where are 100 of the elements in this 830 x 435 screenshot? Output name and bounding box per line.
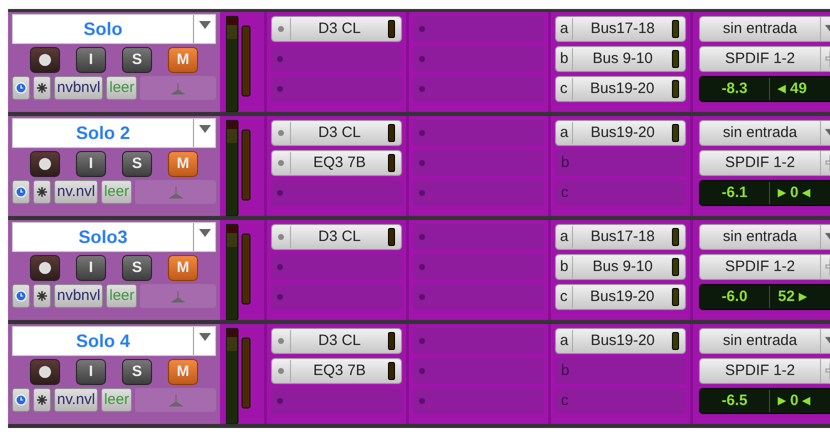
insert-slot[interactable] bbox=[413, 150, 544, 176]
volume-readout[interactable]: -6.1 bbox=[700, 182, 770, 204]
input-monitor-button[interactable]: I bbox=[76, 359, 106, 385]
dropdown-icon[interactable] bbox=[198, 125, 210, 133]
voice-selector[interactable]: nvbnvl bbox=[54, 76, 104, 100]
send-slot[interactable]: a Bus17-18 bbox=[555, 224, 686, 250]
circle-icon bbox=[38, 261, 52, 275]
group-button[interactable] bbox=[140, 284, 216, 308]
freeze-button[interactable] bbox=[33, 284, 51, 308]
insert-slot[interactable]: D3 CL bbox=[271, 224, 402, 250]
pin-icon bbox=[171, 289, 186, 303]
insert-slot[interactable] bbox=[271, 284, 402, 310]
timebase-button[interactable] bbox=[12, 180, 30, 204]
input-monitor-button[interactable]: I bbox=[76, 255, 106, 281]
freeze-button[interactable] bbox=[33, 76, 51, 100]
pin-icon bbox=[171, 81, 186, 95]
track-name-field[interactable]: Solo 2 bbox=[12, 118, 216, 148]
input-selector[interactable]: sin entrada bbox=[699, 120, 830, 146]
track-name-field[interactable]: Solo3 bbox=[12, 222, 216, 252]
insert-slot[interactable] bbox=[413, 120, 544, 146]
insert-slot[interactable] bbox=[271, 76, 402, 102]
voice-selector[interactable]: nv.nvl bbox=[54, 388, 98, 412]
pan-readout[interactable]: ◂ 49 bbox=[770, 78, 807, 100]
group-button[interactable] bbox=[140, 76, 216, 100]
timebase-button[interactable] bbox=[12, 284, 30, 308]
clock-icon bbox=[15, 290, 27, 302]
asterisk-icon bbox=[36, 394, 48, 406]
circle-icon bbox=[38, 365, 52, 379]
group-button[interactable] bbox=[135, 388, 216, 412]
insert-slot[interactable] bbox=[413, 328, 544, 354]
insert-slot[interactable]: D3 CL bbox=[271, 16, 402, 42]
insert-slot[interactable] bbox=[413, 180, 544, 206]
output-selector[interactable]: SPDIF 1-2 bbox=[699, 150, 830, 176]
input-selector[interactable]: sin entrada bbox=[699, 328, 830, 354]
volume-readout[interactable]: -6.5 bbox=[700, 390, 770, 412]
send-slot[interactable]: c Bus19-20 bbox=[555, 284, 686, 310]
send-slot[interactable]: a Bus19-20 bbox=[555, 120, 686, 146]
insert-slot[interactable]: D3 CL bbox=[271, 328, 402, 354]
record-button[interactable] bbox=[30, 47, 60, 73]
dropdown-icon[interactable] bbox=[198, 21, 210, 29]
circle-icon bbox=[38, 53, 52, 67]
insert-slot[interactable] bbox=[271, 180, 402, 206]
record-button[interactable] bbox=[30, 151, 60, 177]
send-slot[interactable]: b Bus 9-10 bbox=[555, 254, 686, 280]
freeze-button[interactable] bbox=[33, 388, 51, 412]
solo-button[interactable]: S bbox=[122, 47, 152, 73]
voice-selector[interactable]: nv.nvl bbox=[54, 180, 98, 204]
asterisk-icon bbox=[36, 290, 48, 302]
freeze-button[interactable] bbox=[33, 180, 51, 204]
output-selector[interactable]: SPDIF 1-2 bbox=[699, 46, 830, 72]
insert-slot[interactable] bbox=[413, 16, 544, 42]
insert-slot[interactable] bbox=[413, 224, 544, 250]
clock-icon bbox=[15, 186, 27, 198]
insert-slot[interactable] bbox=[413, 358, 544, 384]
asterisk-icon bbox=[36, 186, 48, 198]
group-button[interactable] bbox=[135, 180, 216, 204]
asterisk-icon bbox=[36, 82, 48, 94]
timebase-button[interactable] bbox=[12, 76, 30, 100]
track-name-field[interactable]: Solo 4 bbox=[12, 326, 216, 356]
solo-button[interactable]: S bbox=[122, 255, 152, 281]
insert-slot[interactable] bbox=[413, 46, 544, 72]
circle-icon bbox=[38, 157, 52, 171]
insert-slot[interactable]: EQ3 7B bbox=[271, 358, 402, 384]
insert-slot[interactable] bbox=[413, 388, 544, 414]
input-selector[interactable]: sin entrada bbox=[699, 16, 830, 42]
insert-slot[interactable] bbox=[271, 254, 402, 280]
insert-slot[interactable] bbox=[413, 76, 544, 102]
send-slot[interactable]: c Bus19-20 bbox=[555, 76, 686, 102]
dropdown-icon[interactable] bbox=[198, 229, 210, 237]
voice-selector[interactable]: nvbnvl bbox=[54, 284, 104, 308]
insert-slot[interactable]: D3 CL bbox=[271, 120, 402, 146]
record-button[interactable] bbox=[30, 359, 60, 385]
volume-readout[interactable]: -8.3 bbox=[700, 78, 770, 100]
input-monitor-button[interactable]: I bbox=[76, 151, 106, 177]
output-selector[interactable]: SPDIF 1-2 bbox=[699, 254, 830, 280]
pan-readout[interactable]: ▸ 0 ◂ bbox=[770, 390, 811, 412]
send-slot[interactable]: a Bus17-18 bbox=[555, 16, 686, 42]
pan-readout[interactable]: 52 ▸ bbox=[770, 286, 807, 308]
input-monitor-button[interactable]: I bbox=[76, 47, 106, 73]
insert-slot[interactable]: EQ3 7B bbox=[271, 150, 402, 176]
input-selector[interactable]: sin entrada bbox=[699, 224, 830, 250]
track-name-field[interactable]: Solo bbox=[12, 14, 216, 44]
solo-button[interactable]: S bbox=[122, 359, 152, 385]
volume-readout[interactable]: -6.0 bbox=[700, 286, 770, 308]
clock-icon bbox=[15, 82, 27, 94]
insert-slot[interactable] bbox=[271, 46, 402, 72]
pin-icon bbox=[168, 393, 183, 407]
output-selector[interactable]: SPDIF 1-2 bbox=[699, 358, 830, 384]
insert-slot[interactable] bbox=[413, 284, 544, 310]
solo-button[interactable]: S bbox=[122, 151, 152, 177]
clock-icon bbox=[15, 394, 27, 406]
pan-readout[interactable]: ▸ 0 ◂ bbox=[770, 182, 811, 204]
insert-slot[interactable] bbox=[413, 254, 544, 280]
send-slot[interactable]: a Bus19-20 bbox=[555, 328, 686, 354]
record-button[interactable] bbox=[30, 255, 60, 281]
dropdown-icon[interactable] bbox=[198, 333, 210, 341]
insert-slot[interactable] bbox=[271, 388, 402, 414]
timebase-button[interactable] bbox=[12, 388, 30, 412]
pin-icon bbox=[168, 185, 183, 199]
send-slot[interactable]: b Bus 9-10 bbox=[555, 46, 686, 72]
